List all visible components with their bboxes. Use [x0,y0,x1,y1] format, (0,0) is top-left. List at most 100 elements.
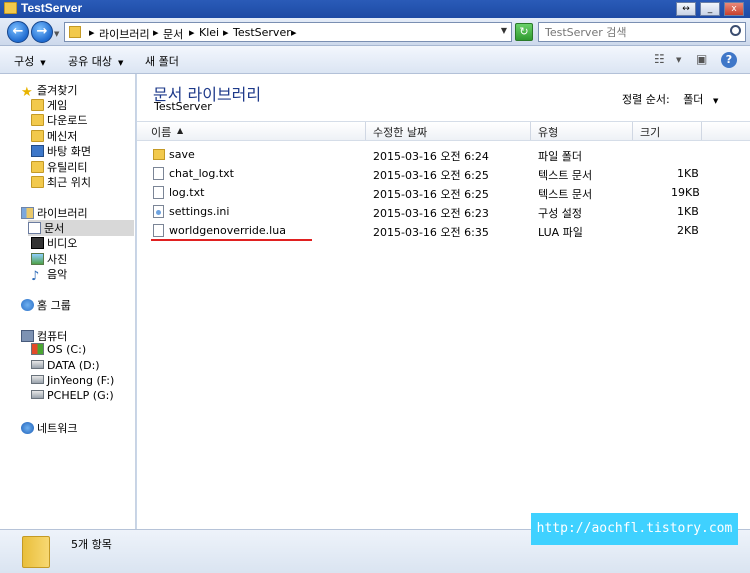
breadcrumb-klei[interactable]: Klei [199,26,219,39]
sort-ascending-icon: ▲ [177,126,184,135]
column-type[interactable]: 유형 [538,124,558,140]
drive-icon [31,390,44,399]
back-button[interactable]: ← [7,21,29,43]
file-row-chat-log[interactable]: chat_log.txt 2015-03-16 오전 6:25 텍스트 문서 1… [149,165,709,183]
file-size: 19KB [671,186,700,199]
file-type: 구성 설정 [538,207,582,220]
file-name: save [169,148,195,161]
nav-homegroup[interactable]: 홈 그룹 [21,297,71,313]
title-bar: TestServer ↔ _ x [0,0,750,18]
breadcrumb-separator-icon[interactable]: ▸ [291,26,297,39]
breadcrumb-separator-icon[interactable]: ▸ [89,26,95,39]
nav-drive-g[interactable]: PCHELP (G:) [31,389,114,405]
file-modified: 2015-03-16 오전 6:23 [373,207,489,220]
breadcrumb-separator-icon[interactable]: ▸ [223,26,229,39]
arrange-by[interactable]: 정렬 순서: 폴더 ▼ [622,91,718,107]
breadcrumb-separator-icon[interactable]: ▸ [153,26,159,39]
share-with-button[interactable]: 공유 대상 ▼ [68,53,123,69]
chevron-down-icon[interactable]: ▼ [713,97,718,105]
folder-icon [4,2,17,14]
history-dropdown-icon[interactable]: ▼ [54,30,59,38]
nav-item-desktop[interactable]: 바탕 화면 [31,143,91,159]
chevron-down-icon[interactable]: ▼ [676,56,681,64]
folder-icon [22,536,50,568]
column-size[interactable]: 크기 [640,124,660,140]
column-divider[interactable] [632,122,633,140]
minimize-button[interactable]: _ [700,2,720,16]
text-file-icon [153,167,164,180]
file-name: worldgenoverride.lua [169,224,286,237]
chevron-down-icon: ▼ [117,59,124,67]
column-divider[interactable] [530,122,531,140]
resize-button[interactable]: ↔ [676,2,696,16]
folder-icon [31,99,44,111]
nav-item-downloads[interactable]: 다운로드 [31,112,87,128]
nav-item-pictures[interactable]: 사진 [31,251,67,267]
text-file-icon [153,186,164,199]
folder-icon [69,26,81,38]
nav-item-recent-places[interactable]: 최근 위치 [31,174,91,190]
nav-item-games[interactable]: 게임 [31,97,67,113]
nav-item-messenger[interactable]: 메신저 [31,128,77,144]
breadcrumb-testserver[interactable]: TestServer [233,26,291,39]
homegroup-icon [21,299,34,311]
address-dropdown-icon[interactable]: ▼ [501,26,507,35]
file-modified: 2015-03-16 오전 6:35 [373,226,489,239]
search-input[interactable] [539,23,719,41]
nav-favorites[interactable]: ★ 즐겨찾기 [21,82,77,99]
nav-drive-f[interactable]: JinYeong (F:) [31,374,114,390]
preview-pane-icon[interactable]: ▣ [696,52,707,66]
breadcrumb-libraries[interactable]: 라이브러리 [99,26,150,42]
refresh-icon[interactable]: ↻ [515,23,533,41]
nav-item-music[interactable]: ♪ 음악 [31,266,67,283]
file-name: chat_log.txt [169,167,234,180]
column-divider[interactable] [365,122,366,140]
settings-file-icon [153,205,164,218]
file-list-pane: 문서 라이브러리 TestServer 정렬 순서: 폴더 ▼ 이름 ▲ 수정한… [137,74,750,529]
file-name: settings.ini [169,205,230,218]
item-count: 5개 항목 [71,538,112,551]
breadcrumb-separator-icon[interactable]: ▸ [189,26,195,39]
column-modified[interactable]: 수정한 날짜 [373,124,427,140]
search-icon[interactable] [730,25,741,36]
file-row-worldgenoverride[interactable]: worldgenoverride.lua 2015-03-16 오전 6:35 … [149,222,709,240]
file-name: log.txt [169,186,205,199]
arrange-value[interactable]: 폴더 [683,93,703,106]
folder-icon [31,130,44,142]
help-icon[interactable]: ? [721,52,737,68]
nav-network[interactable]: 네트워크 [21,420,77,436]
nav-libraries[interactable]: 라이브러리 [21,205,88,221]
nav-drive-c[interactable]: OS (C:) [31,343,86,359]
breadcrumb-documents[interactable]: 문서 [163,26,183,42]
video-icon [31,237,44,249]
file-type: 텍스트 문서 [538,169,593,182]
nav-item-videos[interactable]: 비디오 [31,235,77,251]
file-row-save[interactable]: save 2015-03-16 오전 6:24 파일 폴더 [149,146,709,164]
drive-icon [31,360,44,369]
download-folder-icon [31,114,44,126]
library-subtitle: TestServer [154,100,212,113]
organize-button[interactable]: 구성 ▼ [14,53,46,69]
nav-item-documents[interactable]: 문서 [28,220,134,236]
desktop-icon [31,145,44,157]
file-row-settings[interactable]: settings.ini 2015-03-16 오전 6:23 구성 설정 1K… [149,203,709,221]
arrange-label: 정렬 순서: [622,93,670,106]
nav-computer[interactable]: 컴퓨터 [21,328,67,344]
windows-drive-icon [31,343,44,355]
file-row-log[interactable]: log.txt 2015-03-16 오전 6:25 텍스트 문서 19KB [149,184,709,202]
documents-icon [28,222,41,234]
forward-button[interactable]: → [31,21,53,43]
close-button[interactable]: x [724,2,744,16]
nav-drive-d[interactable]: DATA (D:) [31,359,100,375]
column-header-row: 이름 ▲ 수정한 날짜 유형 크기 [137,121,750,141]
file-type: 파일 폴더 [538,150,582,163]
column-divider[interactable] [701,122,702,140]
new-folder-button[interactable]: 새 폴더 [145,53,179,69]
search-box[interactable] [538,22,746,42]
address-box[interactable]: ▸ 라이브러리 ▸ 문서 ▸ Klei ▸ TestServer ▸ ▼ [64,22,512,42]
folder-icon [153,149,165,160]
view-options-icon[interactable]: ☷ [654,52,665,66]
file-modified: 2015-03-16 오전 6:25 [373,169,489,182]
column-name[interactable]: 이름 [151,124,171,140]
nav-item-utility[interactable]: 유틸리티 [31,159,87,175]
